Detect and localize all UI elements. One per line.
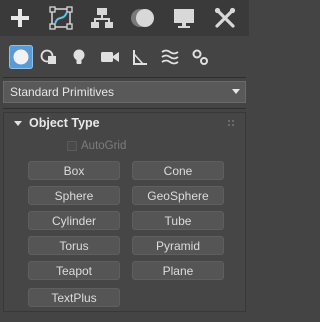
cameras-icon <box>101 52 119 62</box>
category-helpers-button[interactable] <box>128 45 152 69</box>
tab-create[interactable] <box>0 0 40 36</box>
display-monitor-icon <box>174 9 194 28</box>
dropdown-selected-value: Standard Primitives <box>10 85 115 99</box>
rollout-header[interactable]: Object Type <box>4 113 245 135</box>
object-type-rollout: Object Type AutoGrid Box Cone Sphere Geo… <box>3 112 246 312</box>
create-plus-icon <box>11 9 29 27</box>
autogrid-checkbox[interactable] <box>67 141 77 151</box>
hierarchy-icon <box>91 8 113 28</box>
command-panel: Standard Primitives Object Type AutoGrid… <box>0 0 249 322</box>
category-systems-button[interactable] <box>188 45 212 69</box>
tab-display[interactable] <box>164 0 204 36</box>
object-category-bar <box>0 37 249 77</box>
lights-icon <box>73 49 85 64</box>
category-cameras-button[interactable] <box>98 45 122 69</box>
geosphere-button[interactable]: GeoSphere <box>132 186 224 205</box>
plane-button[interactable]: Plane <box>132 261 224 280</box>
divider <box>3 77 246 78</box>
systems-icon <box>192 49 208 65</box>
autogrid-label: AutoGrid <box>81 140 127 152</box>
category-spacewarps-button[interactable] <box>158 45 182 69</box>
drag-grip-icon[interactable] <box>227 119 235 127</box>
teapot-button[interactable]: Teapot <box>28 261 120 280</box>
space-warps-icon <box>161 49 179 65</box>
cone-button[interactable]: Cone <box>132 161 224 180</box>
helpers-icon <box>133 50 147 65</box>
category-geometry-button[interactable] <box>9 45 33 69</box>
pyramid-button[interactable]: Pyramid <box>132 236 224 255</box>
divider <box>3 108 246 109</box>
category-shapes-button[interactable] <box>37 45 61 69</box>
textplus-button[interactable]: TextPlus <box>28 288 120 307</box>
chevron-down-icon <box>232 89 240 94</box>
sphere-button[interactable]: Sphere <box>28 186 120 205</box>
category-lights-button[interactable] <box>67 45 91 69</box>
geometry-sphere-icon <box>13 49 29 65</box>
modify-curve-icon <box>49 6 73 30</box>
motion-circle-icon <box>131 9 154 27</box>
collapse-caret-icon <box>14 121 22 126</box>
tab-hierarchy[interactable] <box>82 0 122 36</box>
cylinder-button[interactable]: Cylinder <box>28 211 120 230</box>
utilities-wrench-icon <box>214 7 236 28</box>
tab-motion[interactable] <box>123 0 163 36</box>
command-panel-tabs <box>0 0 249 36</box>
tab-utilities[interactable] <box>205 0 245 36</box>
rollout-title: Object Type <box>29 116 100 130</box>
shapes-icon <box>40 49 56 64</box>
box-button[interactable]: Box <box>28 161 120 180</box>
torus-button[interactable]: Torus <box>28 236 120 255</box>
autogrid-option: AutoGrid <box>67 140 126 152</box>
tab-modify[interactable] <box>41 0 81 36</box>
primitive-type-dropdown[interactable]: Standard Primitives <box>3 81 246 103</box>
tube-button[interactable]: Tube <box>132 211 224 230</box>
